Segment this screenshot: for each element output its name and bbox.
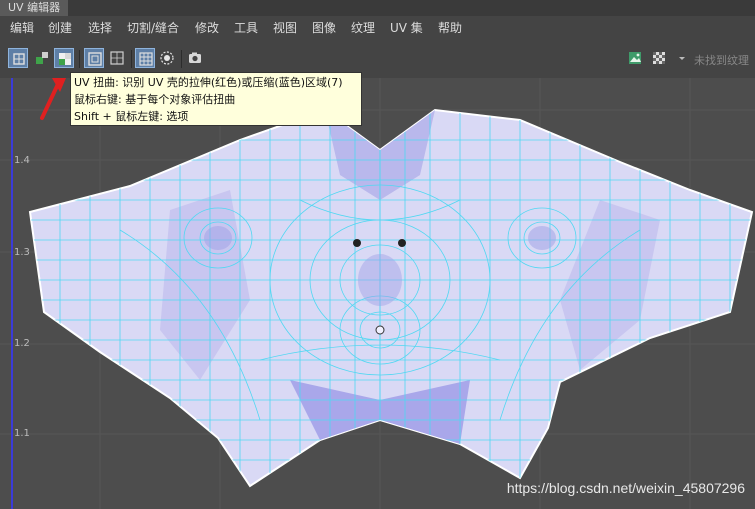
toolbar-separator bbox=[131, 50, 132, 68]
axis-tick-label: 1.3 bbox=[14, 247, 30, 258]
pixel-snap-icon[interactable] bbox=[157, 48, 177, 68]
menu-tools[interactable]: 工具 bbox=[234, 16, 258, 40]
menu-uv-set[interactable]: UV 集 bbox=[390, 16, 423, 40]
tooltip-line: UV 扭曲: 识别 UV 壳的拉伸(红色)或压缩(蓝色)区域(7) bbox=[74, 76, 343, 89]
uv-distortion-tooltip: UV 扭曲: 识别 UV 壳的拉伸(红色)或压缩(蓝色)区域(7) 鼠标右键: … bbox=[70, 72, 362, 126]
menu-image[interactable]: 图像 bbox=[312, 16, 336, 40]
watermark: https://blog.csdn.net/weixin_45807296 bbox=[506, 480, 745, 496]
toolbar-separator bbox=[181, 50, 182, 68]
uv-border-icon[interactable] bbox=[107, 48, 127, 68]
shaded-uv-icon[interactable] bbox=[8, 48, 28, 68]
menu-view[interactable]: 视图 bbox=[273, 16, 297, 40]
toolbar-separator bbox=[79, 50, 80, 68]
checker-display-icon[interactable] bbox=[649, 48, 669, 68]
axis-tick-label: 1.2 bbox=[14, 338, 30, 349]
menu-modify[interactable]: 修改 bbox=[195, 16, 219, 40]
axis-tick-label: 1.4 bbox=[14, 155, 30, 166]
tooltip-line: 鼠标右键: 基于每个对象评估扭曲 bbox=[74, 93, 236, 106]
axis-tick-label: 1.1 bbox=[14, 428, 30, 439]
no-texture-label: 未找到纹理 bbox=[694, 54, 749, 67]
viewport-canvas bbox=[0, 78, 755, 509]
backface-icon[interactable] bbox=[32, 48, 52, 68]
tooltip-line: Shift + 鼠标左键: 选项 bbox=[74, 110, 189, 123]
menu-select[interactable]: 选择 bbox=[88, 16, 112, 40]
window-titlebar: UV 编辑器 bbox=[0, 0, 755, 16]
uv-viewport[interactable]: 1.4 1.3 1.2 1.1 https://blog.csdn.net/we… bbox=[0, 78, 755, 509]
menu-bar: 编辑 创建 选择 切割/缝合 修改 工具 视图 图像 纹理 UV 集 帮助 bbox=[0, 16, 755, 40]
menu-texture[interactable]: 纹理 bbox=[351, 16, 375, 40]
uv-distortion-icon[interactable] bbox=[54, 48, 74, 68]
snapshot-icon[interactable] bbox=[185, 48, 205, 68]
texture-border-icon[interactable] bbox=[84, 48, 104, 68]
menu-cut-sew[interactable]: 切割/缝合 bbox=[127, 16, 179, 40]
checker-grid-icon[interactable] bbox=[135, 48, 155, 68]
chevron-down-icon[interactable] bbox=[672, 48, 692, 68]
window-title: UV 编辑器 bbox=[0, 0, 69, 16]
image-display-icon[interactable] bbox=[625, 48, 645, 68]
menu-edit[interactable]: 编辑 bbox=[10, 16, 34, 40]
menu-help[interactable]: 帮助 bbox=[438, 16, 462, 40]
menu-create[interactable]: 创建 bbox=[48, 16, 72, 40]
